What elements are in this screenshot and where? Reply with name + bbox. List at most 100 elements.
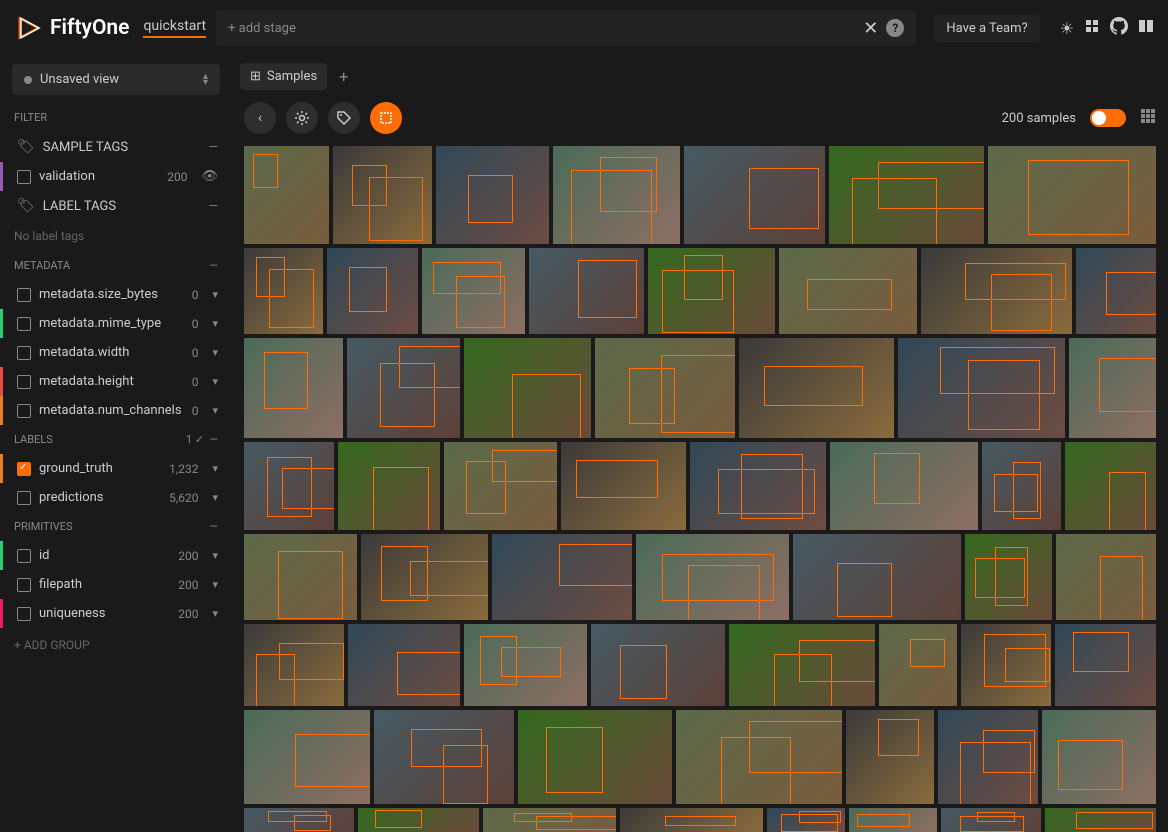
help-icon[interactable]: ? — [886, 19, 904, 37]
chevron-down-icon[interactable]: ▾ — [212, 549, 218, 562]
sample-thumbnail[interactable] — [347, 338, 460, 438]
sample-thumbnail[interactable] — [849, 808, 938, 832]
eye-icon[interactable]: 👁 — [201, 169, 218, 184]
chevron-down-icon[interactable]: ▾ — [212, 578, 218, 591]
sample-tags-header[interactable]: 🏷 SAMPLE TAGS — — [0, 132, 232, 162]
github-icon[interactable] — [1110, 17, 1128, 39]
dataset-name[interactable]: quickstart — [143, 18, 206, 38]
sample-thumbnail[interactable] — [595, 338, 735, 438]
sample-thumbnail[interactable] — [358, 808, 479, 832]
filter-id[interactable]: id 200 ▾ — [0, 541, 232, 570]
sample-thumbnail[interactable] — [1045, 808, 1156, 832]
sample-thumbnail[interactable] — [348, 624, 460, 706]
sample-thumbnail[interactable] — [244, 442, 334, 530]
sample-thumbnail[interactable] — [921, 248, 1071, 334]
sample-thumbnail[interactable] — [483, 808, 615, 832]
sample-thumbnail[interactable] — [436, 146, 549, 244]
add-tab-button[interactable]: + — [331, 63, 356, 90]
sample-thumbnail[interactable] — [739, 338, 893, 438]
clear-stages-icon[interactable]: ✕ — [863, 18, 878, 39]
sample-thumbnail[interactable] — [648, 248, 775, 334]
labels-header[interactable]: LABELS 1 ✓ — — [0, 425, 232, 454]
sample-thumbnail[interactable] — [244, 624, 344, 706]
checkbox[interactable] — [17, 317, 31, 331]
sample-thumbnail[interactable] — [244, 146, 329, 244]
sample-thumbnail[interactable] — [244, 248, 323, 334]
team-link[interactable]: Have a Team? — [934, 15, 1039, 42]
sample-thumbnail[interactable] — [636, 534, 790, 620]
filter-metadata-mime[interactable]: metadata.mime_type 0 ▾ — [0, 309, 232, 338]
sample-thumbnail[interactable] — [829, 146, 984, 244]
label-tags-header[interactable]: 🏷 LABEL TAGS — — [0, 191, 232, 221]
filter-validation[interactable]: validation 200 👁 — [0, 162, 232, 191]
sample-thumbnail[interactable] — [988, 146, 1156, 244]
view-selector[interactable]: Unsaved view ▴▾ — [12, 64, 220, 95]
sample-thumbnail[interactable] — [244, 534, 357, 620]
sample-thumbnail[interactable] — [830, 442, 978, 530]
chevron-down-icon[interactable]: ▾ — [212, 462, 218, 475]
filter-ground-truth[interactable]: ground_truth 1,232 ▾ — [0, 454, 232, 483]
docs-icon[interactable] — [1138, 18, 1154, 38]
sample-thumbnail[interactable] — [374, 710, 514, 804]
metadata-header[interactable]: METADATA — — [0, 251, 232, 280]
slack-icon[interactable] — [1084, 18, 1100, 38]
checkbox[interactable] — [17, 404, 31, 418]
filter-metadata-channels[interactable]: metadata.num_channels 0 ▾ — [0, 396, 232, 425]
back-button[interactable]: ‹ — [244, 102, 276, 134]
sample-thumbnail[interactable] — [690, 442, 826, 530]
sample-thumbnail[interactable] — [676, 710, 843, 804]
filter-uniqueness[interactable]: uniqueness 200 ▾ — [0, 599, 232, 628]
checkbox[interactable] — [17, 549, 31, 563]
sample-thumbnail[interactable] — [244, 808, 354, 832]
sample-thumbnail[interactable] — [591, 624, 725, 706]
sample-thumbnail[interactable] — [941, 808, 1041, 832]
checkbox[interactable] — [17, 288, 31, 302]
sample-thumbnail[interactable] — [422, 248, 525, 334]
chevron-down-icon[interactable]: ▾ — [212, 404, 218, 417]
app-logo[interactable]: FiftyOne — [14, 14, 129, 42]
sample-thumbnail[interactable] — [561, 442, 686, 530]
chevron-down-icon[interactable]: ▾ — [212, 346, 218, 359]
show-labels-toggle[interactable] — [1090, 109, 1126, 127]
sample-thumbnail[interactable] — [333, 146, 432, 244]
settings-button[interactable] — [286, 102, 318, 134]
primitives-header[interactable]: PRIMITIVES — — [0, 512, 232, 541]
add-group-button[interactable]: + ADD GROUP — [0, 628, 232, 662]
sample-thumbnail[interactable] — [982, 442, 1061, 530]
chevron-down-icon[interactable]: ▾ — [212, 317, 218, 330]
sample-thumbnail[interactable] — [793, 534, 960, 620]
sample-thumbnail[interactable] — [327, 248, 418, 334]
sample-thumbnail[interactable] — [961, 624, 1051, 706]
checkbox[interactable] — [17, 346, 31, 360]
sample-thumbnail[interactable] — [1069, 338, 1156, 438]
sample-thumbnail[interactable] — [779, 248, 918, 334]
tag-button[interactable] — [328, 102, 360, 134]
stage-input[interactable]: + add stage ✕ ? — [216, 10, 916, 46]
sample-thumbnail[interactable] — [1056, 534, 1156, 620]
sample-thumbnail[interactable] — [361, 534, 488, 620]
tab-samples[interactable]: ⊞ Samples — [240, 63, 327, 90]
grid-view-icon[interactable] — [1140, 108, 1156, 128]
sample-thumbnail[interactable] — [1042, 710, 1156, 804]
filter-metadata-width[interactable]: metadata.width 0 ▾ — [0, 338, 232, 367]
sample-thumbnail[interactable] — [1076, 248, 1156, 334]
filter-metadata-size[interactable]: metadata.size_bytes 0 ▾ — [0, 280, 232, 309]
sample-thumbnail[interactable] — [729, 624, 875, 706]
sample-thumbnail[interactable] — [518, 710, 671, 804]
checkbox[interactable] — [17, 607, 31, 621]
checkbox[interactable] — [17, 491, 31, 505]
checkbox[interactable] — [17, 462, 31, 476]
sample-thumbnail[interactable] — [1065, 442, 1156, 530]
sample-thumbnail[interactable] — [529, 248, 644, 334]
sample-thumbnail[interactable] — [938, 710, 1039, 804]
sample-thumbnail[interactable] — [1055, 624, 1156, 706]
sample-thumbnail[interactable] — [464, 338, 591, 438]
patches-button[interactable] — [370, 102, 402, 134]
sample-thumbnail[interactable] — [684, 146, 825, 244]
sample-thumbnail[interactable] — [244, 710, 370, 804]
sample-thumbnail[interactable] — [553, 146, 680, 244]
sample-thumbnail[interactable] — [898, 338, 1066, 438]
sample-thumbnail[interactable] — [879, 624, 957, 706]
sample-thumbnail[interactable] — [767, 808, 845, 832]
sample-thumbnail[interactable] — [444, 442, 557, 530]
